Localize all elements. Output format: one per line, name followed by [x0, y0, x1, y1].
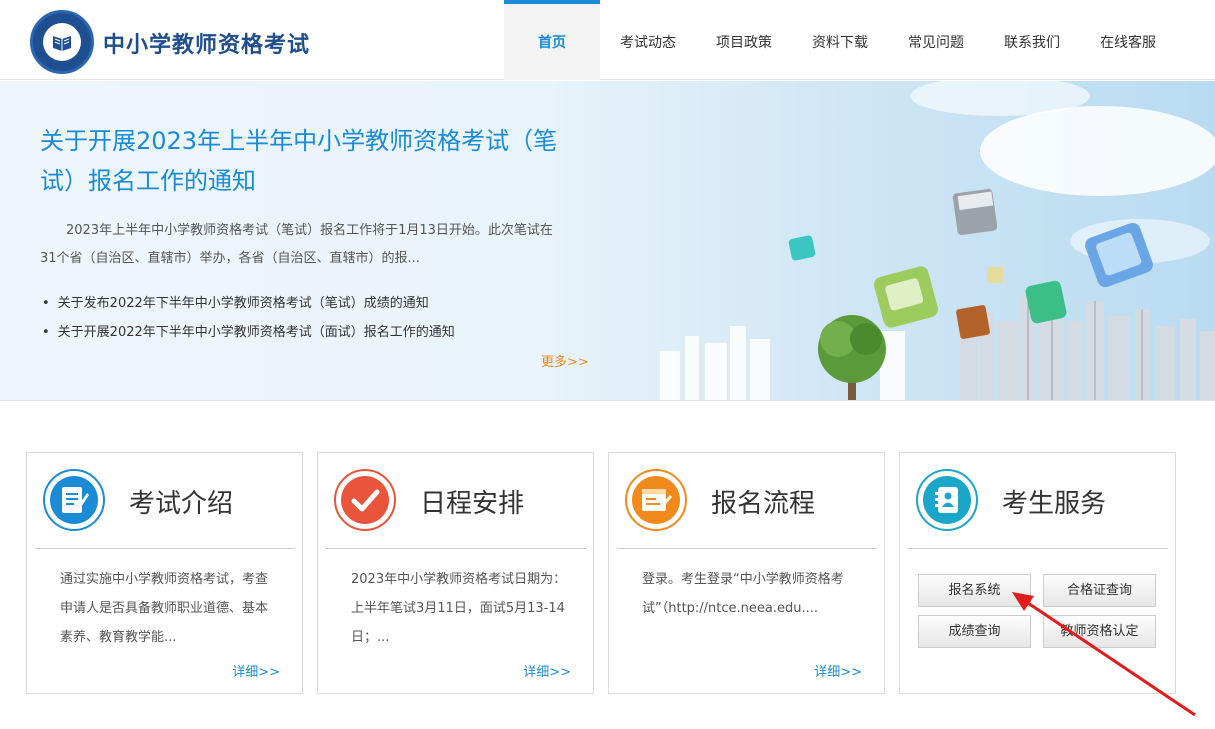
certificate-query-button[interactable]: 合格证查询	[1043, 574, 1156, 607]
card-title: 考试介绍	[129, 489, 234, 519]
card-detail-link[interactable]: 详细>>	[814, 661, 862, 680]
nav-exam-news[interactable]: 考试动态	[600, 0, 696, 80]
nav-online-service[interactable]: 在线客服	[1080, 0, 1176, 80]
card-icon-ring	[43, 469, 105, 531]
card-icon-ring	[916, 469, 978, 531]
card-title: 日程安排	[420, 489, 525, 519]
contacts-icon	[935, 487, 958, 513]
banner-summary: 2023年上半年中小学教师资格考试（笔试）报名工作将于1月13日开始。此次笔试在…	[40, 223, 553, 266]
nav-downloads[interactable]: 资料下载	[792, 0, 888, 80]
city-scene-illustration	[660, 81, 1215, 400]
score-query-button[interactable]: 成绩查询	[918, 615, 1031, 648]
teacher-certification-button[interactable]: 教师资格认定	[1043, 615, 1156, 648]
card-registration-process: 报名流程 登录。考生登录“中小学教师资格考试”（http://ntce.neea…	[608, 452, 885, 694]
card-text: 2023年中小学教师资格考试日期为：上半年笔试3月11日，面试5月13-14日；…	[351, 572, 567, 645]
banner: 关于开展2023年上半年中小学教师资格考试（笔试）报名工作的通知 2023年上半…	[0, 81, 1215, 401]
news-link-2[interactable]: 关于开展2022年下半年中小学教师资格考试（面试）报名工作的通知	[42, 318, 455, 347]
book-icon	[53, 36, 71, 51]
card-text: 通过实施中小学教师资格考试，考查申请人是否具备教师职业道德、基本素养、教育教学能…	[60, 572, 269, 645]
card-exam-intro: 考试介绍 通过实施中小学教师资格考试，考查申请人是否具备教师职业道德、基本素养、…	[26, 452, 303, 694]
news-link-1[interactable]: 关于发布2022年下半年中小学教师资格考试（笔试）成绩的通知	[42, 289, 455, 318]
feature-cards: 考试介绍 通过实施中小学教师资格考试，考查申请人是否具备教师职业道德、基本素养、…	[26, 452, 1176, 694]
document-icon	[62, 487, 89, 513]
form-icon	[642, 489, 672, 511]
card-schedule: 日程安排 2023年中小学教师资格考试日期为：上半年笔试3月11日，面试5月13…	[317, 452, 594, 694]
logo-inner	[43, 23, 81, 61]
card-icon-ring	[334, 469, 396, 531]
nav-policy[interactable]: 项目政策	[696, 0, 792, 80]
card-icon-ring	[625, 469, 687, 531]
card-candidate-services: 考生服务 报名系统 合格证查询 成绩查询 教师资格认定	[899, 452, 1176, 694]
banner-headline[interactable]: 关于开展2023年上半年中小学教师资格考试（笔试）报名工作的通知	[40, 121, 570, 201]
card-detail-link[interactable]: 详细>>	[232, 661, 280, 680]
logo[interactable]	[30, 10, 94, 74]
nav-faq[interactable]: 常见问题	[888, 0, 984, 80]
nav-contact[interactable]: 联系我们	[984, 0, 1080, 80]
card-text: 登录。考生登录“中小学教师资格考试”（http://ntce.neea.edu.…	[642, 572, 844, 616]
divider	[35, 548, 295, 549]
header: 中小学教师资格考试 首页 考试动态 项目政策 资料下载 常见问题 联系我们 在线…	[0, 0, 1215, 80]
card-title: 报名流程	[711, 489, 816, 519]
registration-system-button[interactable]: 报名系统	[918, 574, 1031, 607]
divider	[908, 548, 1168, 549]
banner-news-list: 关于发布2022年下半年中小学教师资格考试（笔试）成绩的通知 关于开展2022年…	[42, 289, 455, 347]
card-title: 考生服务	[1002, 489, 1107, 519]
nav-home[interactable]: 首页	[504, 0, 600, 80]
main-nav: 首页 考试动态 项目政策 资料下载 常见问题 联系我们 在线客服	[504, 0, 1176, 80]
divider	[326, 548, 586, 549]
banner-more-link[interactable]: 更多>>	[541, 351, 589, 370]
divider	[617, 548, 877, 549]
site-title[interactable]: 中小学教师资格考试	[103, 27, 310, 59]
checkmark-icon	[351, 489, 380, 512]
card-detail-link[interactable]: 详细>>	[523, 661, 571, 680]
